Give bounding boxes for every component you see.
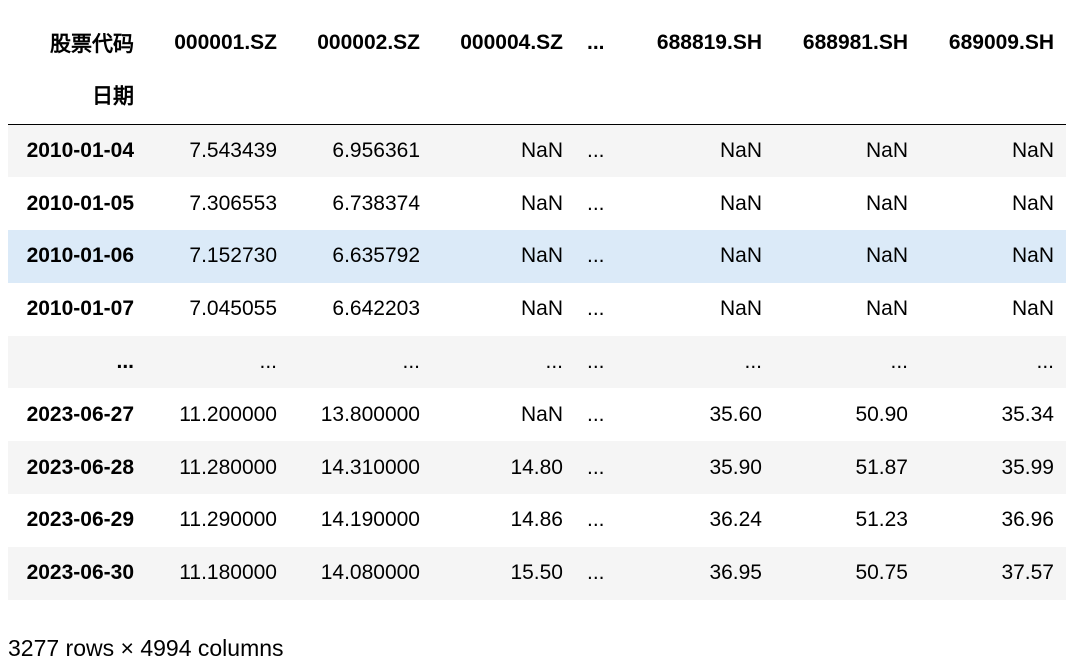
table-cell: 51.23 [855, 508, 908, 532]
table-cell: 36.95 [709, 561, 762, 585]
table-row: 2023-06-29 11.290000 14.190000 14.86... 36.2… [8, 494, 1066, 547]
table-cell: 11.280000 [179, 455, 277, 479]
table-cell-ellipsis: ... [587, 297, 605, 321]
row-index-label: 2023-06-28 [26, 455, 134, 479]
table-cell: ... [545, 350, 563, 374]
column-header: 000004.SZ [460, 31, 563, 54]
table-cell-ellipsis: ... [587, 191, 605, 215]
table-cell: NaN [520, 191, 563, 215]
column-header: 000001.SZ [174, 31, 277, 54]
table-cell: 13.800000 [320, 402, 420, 426]
table-cell: NaN [520, 244, 563, 268]
table-cell: 37.57 [1001, 561, 1054, 585]
table-row: 2023-06-30 11.180000 14.080000 15.50... 36.9… [8, 546, 1066, 600]
table-cell: 35.90 [709, 455, 762, 479]
table-row: 2010-01-04 7.543439 6.956361 NaN... NaN NaN Na… [8, 124, 1066, 178]
table-cell: 7.152730 [189, 244, 277, 268]
row-index-label: 2010-01-07 [26, 297, 134, 321]
table-cell: 6.635792 [332, 244, 420, 268]
table-cell-ellipsis: ... [587, 350, 605, 374]
table-cell: NaN [719, 191, 762, 215]
table-cell: ... [402, 350, 420, 374]
column-header: 000002.SZ [317, 31, 420, 54]
table-cell: NaN [520, 402, 563, 426]
row-index-label: ... [116, 350, 134, 374]
table-cell-ellipsis: ... [587, 139, 605, 163]
table-cell: NaN [865, 244, 908, 268]
table-cell: 7.045055 [189, 297, 277, 321]
table-cell: 50.90 [855, 402, 908, 426]
row-index-label: 2023-06-29 [26, 508, 134, 532]
table-cell: NaN [1011, 244, 1054, 268]
table-cell: NaN [865, 297, 908, 321]
table-cell: 7.543439 [189, 139, 277, 163]
index-name-label: 日期 [8, 66, 146, 125]
dataframe-table: 股票代码 000001.SZ 000002.SZ 000004.SZ ... 6… [8, 20, 1066, 600]
table-cell: NaN [865, 139, 908, 163]
table-shape-summary: 3277 rows × 4994 columns [8, 635, 284, 661]
column-header: 689009.SH [948, 31, 1054, 54]
table-cell: 6.956361 [332, 139, 420, 163]
table-cell: ... [744, 350, 762, 374]
table-row: 2010-01-05 7.306553 6.738374 NaN... NaN NaN Na… [8, 177, 1066, 230]
table-cell: 35.99 [1001, 455, 1054, 479]
table-cell: 14.80 [510, 455, 563, 479]
row-index-label: 2010-01-05 [26, 191, 134, 215]
table-cell: NaN [520, 297, 563, 321]
table-cell-ellipsis: ... [587, 244, 605, 268]
table-cell: 35.34 [1001, 402, 1054, 426]
table-row: 2010-01-06 7.152730 6.635792 NaN... NaN NaN Na… [8, 230, 1066, 283]
table-cell: 51.87 [855, 455, 908, 479]
table-row: 2010-01-07 7.045055 6.642203 NaN... NaN NaN Na… [8, 283, 1066, 336]
table-cell: ... [890, 350, 908, 374]
table-cell: NaN [1011, 191, 1054, 215]
table-cell: NaN [865, 191, 908, 215]
table-row: ........................ [8, 335, 1066, 389]
table-cell: 6.738374 [332, 191, 420, 215]
table-cell: 14.86 [510, 508, 563, 532]
table-cell: 11.180000 [179, 561, 277, 585]
row-index-label: 2023-06-27 [26, 402, 134, 426]
row-index-label: 2023-06-30 [26, 561, 134, 585]
table-cell: 14.080000 [320, 561, 420, 585]
row-index-label: 2010-01-04 [26, 139, 134, 163]
column-header-ellipsis: ... [587, 31, 605, 54]
column-header: 688981.SH [802, 31, 908, 54]
table-cell: 11.290000 [179, 508, 277, 532]
table-cell: 50.75 [855, 561, 908, 585]
index-name-row: 日期 [8, 66, 1066, 125]
table-cell: NaN [520, 139, 563, 163]
table-cell: NaN [1011, 297, 1054, 321]
columns-name-label: 股票代码 [50, 33, 134, 56]
column-header-row: 股票代码 000001.SZ 000002.SZ 000004.SZ ... 6… [8, 20, 1066, 66]
table-cell: 6.642203 [332, 297, 420, 321]
table-cell: 15.50 [510, 561, 563, 585]
table-cell: 14.310000 [320, 455, 420, 479]
table-cell: ... [259, 350, 277, 374]
table-cell: NaN [1011, 139, 1054, 163]
table-row: 2023-06-28 11.280000 14.310000 14.80... 35.9… [8, 441, 1066, 495]
table-cell-ellipsis: ... [587, 455, 605, 479]
table-cell: 35.60 [709, 402, 762, 426]
row-index-label: 2010-01-06 [26, 244, 134, 268]
table-cell: 14.190000 [320, 508, 420, 532]
table-cell: NaN [719, 297, 762, 321]
table-body: 2010-01-04 7.543439 6.956361 NaN... NaN NaN Na… [8, 124, 1066, 600]
table-cell-ellipsis: ... [587, 561, 605, 585]
table-cell: 36.96 [1001, 508, 1054, 532]
table-row: 2023-06-27 11.200000 13.800000 NaN... 35.60 5… [8, 388, 1066, 441]
table-cell: NaN [719, 244, 762, 268]
column-header: 688819.SH [656, 31, 762, 54]
table-cell: NaN [719, 139, 762, 163]
table-cell: 11.200000 [179, 402, 277, 426]
table-cell-ellipsis: ... [587, 402, 605, 426]
table-cell-ellipsis: ... [587, 508, 605, 532]
table-cell: ... [1036, 350, 1054, 374]
table-cell: 36.24 [709, 508, 762, 532]
table-cell: 7.306553 [189, 191, 277, 215]
